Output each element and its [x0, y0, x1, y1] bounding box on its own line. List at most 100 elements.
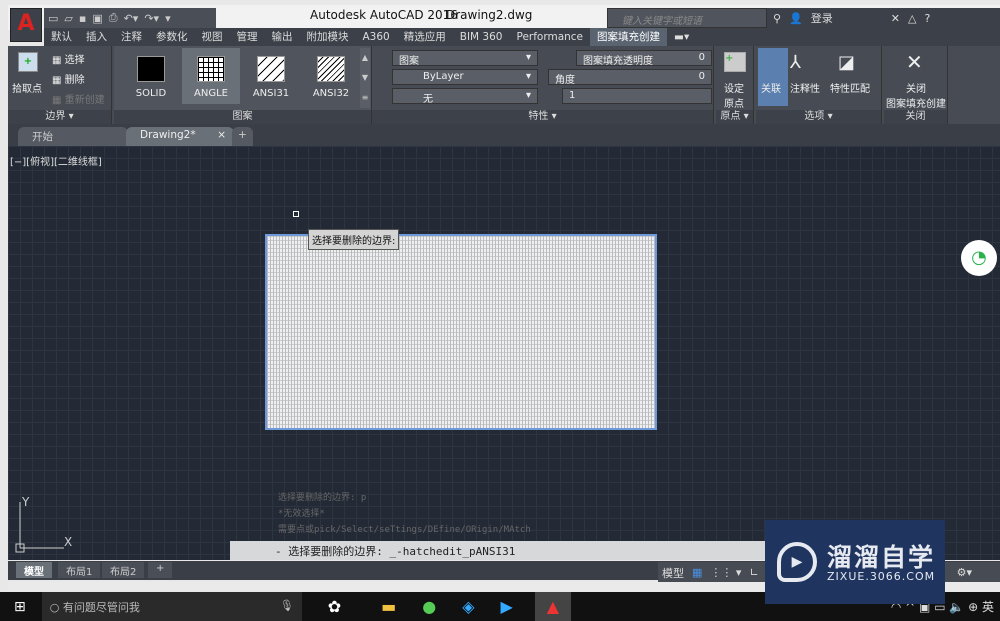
tab-model[interactable]: 模型	[16, 562, 52, 578]
tab-annotate[interactable]: 注释	[114, 28, 149, 46]
angle-field[interactable]: 角度 0	[548, 69, 712, 86]
tab-addins[interactable]: 附加模块	[300, 28, 356, 46]
close-icon[interactable]: ✕	[906, 50, 923, 74]
open-icon[interactable]: ▱	[64, 12, 72, 25]
set-origin-icon[interactable]: +	[724, 52, 746, 72]
tab-drawing2[interactable]: Drawing2* ×	[126, 127, 234, 146]
panel-toggle-icon[interactable]: ▬▾	[667, 28, 696, 46]
tab-hatch-creation[interactable]: 图案填充创建	[590, 28, 668, 46]
video-player-icon[interactable]: ▶	[501, 597, 513, 616]
transparency-field[interactable]: 图案填充透明度 0	[576, 50, 712, 67]
new-icon[interactable]: ▭	[48, 12, 58, 25]
close-panel: ✕ 关闭 图案填充创建 关闭	[884, 46, 948, 124]
save-icon[interactable]: ▪	[79, 12, 86, 25]
origin-panel-title[interactable]: 原点 ▾	[716, 110, 753, 124]
pattern-ansi31[interactable]: ANSI31	[242, 48, 300, 104]
pick-points-button[interactable]: 拾取点	[12, 80, 42, 95]
boundary-panel: + 拾取点 ▦ 选择 ▦ 删除 ▦ 重新创建 边界 ▾	[8, 46, 112, 124]
tab-layout1[interactable]: 布局1	[58, 562, 101, 578]
cloud-app-icon[interactable]: ◈	[462, 597, 474, 616]
saveas-icon[interactable]: ▣	[92, 12, 102, 25]
windows-start-icon[interactable]: ⊞	[14, 599, 26, 615]
properties-panel-title[interactable]: 特性 ▾	[372, 110, 713, 124]
app-title: Autodesk AutoCAD 2016	[310, 8, 458, 22]
add-layout-button[interactable]: +	[148, 562, 173, 578]
ortho-icon[interactable]: ∟	[749, 566, 758, 579]
tab-parametric[interactable]: 参数化	[149, 28, 195, 46]
new-tab-button[interactable]: +	[232, 127, 253, 146]
file-explorer-icon[interactable]: ▬	[381, 597, 396, 616]
set-origin-button[interactable]: 设定 原点	[724, 80, 744, 110]
settings-icon[interactable]: ⚙▾	[957, 566, 972, 579]
login-button[interactable]: 登录	[811, 10, 833, 26]
wifi-icon[interactable]: ◔	[961, 240, 997, 276]
app-fan-icon[interactable]: ✿	[328, 597, 341, 616]
tab-default[interactable]: 默认	[44, 28, 79, 46]
autocad-taskbar-icon[interactable]: ▲	[534, 592, 571, 621]
background-color-select[interactable]: 无 ▾	[392, 88, 538, 105]
pattern-angle[interactable]: ANGLE	[182, 48, 240, 104]
annotative-button[interactable]: 注释性	[790, 80, 820, 95]
pattern-ansi32[interactable]: ANSI32	[302, 48, 360, 104]
help-icon[interactable]: ?	[924, 12, 930, 25]
hatch-boundary[interactable]	[265, 234, 657, 430]
tab-performance[interactable]: Performance	[509, 28, 590, 46]
command-line-input[interactable]: - 选择要删除的边界: _-hatchedit_pANSI31	[230, 541, 768, 560]
ribbon: + 拾取点 ▦ 选择 ▦ 删除 ▦ 重新创建 边界 ▾ SOLID ANGLE …	[8, 46, 1000, 124]
pattern-solid[interactable]: SOLID	[122, 48, 180, 104]
pattern-panel-title: 图案	[114, 110, 371, 124]
tab-insert[interactable]: 插入	[79, 28, 114, 46]
play-logo-icon: ▶	[777, 542, 817, 582]
cursor-tooltip: 选择要删除的边界:	[308, 229, 400, 250]
options-panel-title[interactable]: 选项 ▾	[756, 110, 881, 124]
remove-boundary-button[interactable]: ▦ 删除	[52, 71, 85, 86]
pickbox-cursor	[293, 211, 299, 217]
exchange-icon[interactable]: ✕	[891, 12, 900, 25]
grid-icon[interactable]: ▦	[692, 566, 702, 579]
boundary-panel-title[interactable]: 边界 ▾	[8, 110, 111, 124]
tab-start[interactable]: 开始	[18, 127, 128, 146]
customize-icon[interactable]: ▾	[165, 12, 171, 25]
hatch-type-select[interactable]: 图案 ▾	[392, 50, 538, 67]
pattern-scrollbar[interactable]: ▲ ▼ ≡	[360, 48, 370, 108]
ucs-x-label: X	[64, 535, 72, 549]
ribbon-tabs: 默认 插入 注释 参数化 视图 管理 输出 附加模块 A360 精选应用 BIM…	[44, 28, 1000, 46]
browser-icon[interactable]: ●	[422, 597, 436, 616]
associative-button[interactable]: 关联	[758, 48, 788, 106]
close-tab-icon[interactable]: ×	[217, 129, 226, 141]
annotative-icon: ⅄	[790, 52, 801, 73]
search-input[interactable]: 键入关键字或短语	[607, 8, 767, 28]
a360-icon[interactable]: △	[908, 12, 916, 25]
tab-a360[interactable]: A360	[356, 28, 397, 46]
recreate-boundary-button: ▦ 重新创建	[52, 95, 105, 106]
tab-featured-apps[interactable]: 精选应用	[397, 28, 453, 46]
ucs-icon: Y X	[15, 495, 72, 553]
select-boundary-button[interactable]: ▦ 选择	[52, 51, 85, 66]
tab-bim360[interactable]: BIM 360	[453, 28, 510, 46]
snap-icon[interactable]: ⋮⋮ ▾	[710, 566, 741, 579]
history-line: 选择要删除的边界: p	[278, 493, 367, 503]
application-menu-button[interactable]: A	[10, 8, 42, 42]
tab-output[interactable]: 输出	[265, 28, 300, 46]
viewport-controls[interactable]: [−][俯视][二维线框]	[10, 153, 102, 168]
tab-view[interactable]: 视图	[195, 28, 230, 46]
redo-icon[interactable]: ↷▾	[144, 12, 159, 25]
binoculars-icon[interactable]: ⚲	[773, 12, 781, 25]
tab-layout2[interactable]: 布局2	[102, 562, 145, 578]
pick-points-icon[interactable]: +	[18, 52, 38, 72]
ucs-y-label: Y	[21, 495, 30, 509]
model-space-button[interactable]: 模型	[662, 565, 684, 581]
quick-access-toolbar: ▭ ▱ ▪ ▣ ⎙ ↶▾ ↷▾ ▾	[44, 8, 216, 28]
tab-manage[interactable]: 管理	[230, 28, 265, 46]
close-hatch-button[interactable]: 关闭 图案填充创建	[886, 80, 946, 110]
history-line: *无效选择*	[278, 509, 325, 519]
scale-field[interactable]: 1	[562, 88, 712, 104]
document-title: Drawing2.dwg	[446, 8, 533, 22]
pattern-panel: SOLID ANGLE ANSI31 ANSI32 ▲ ▼ ≡ 图案	[114, 46, 372, 124]
print-icon[interactable]: ⎙	[109, 11, 118, 25]
undo-icon[interactable]: ↶▾	[124, 12, 139, 25]
hatch-color-select[interactable]: ByLayer ▾	[392, 69, 538, 85]
match-properties-icon: ◪	[838, 52, 856, 73]
match-properties-button[interactable]: 特性匹配	[830, 80, 870, 95]
taskbar-search[interactable]: ○ 有问题尽管问我 🎙	[41, 592, 302, 621]
